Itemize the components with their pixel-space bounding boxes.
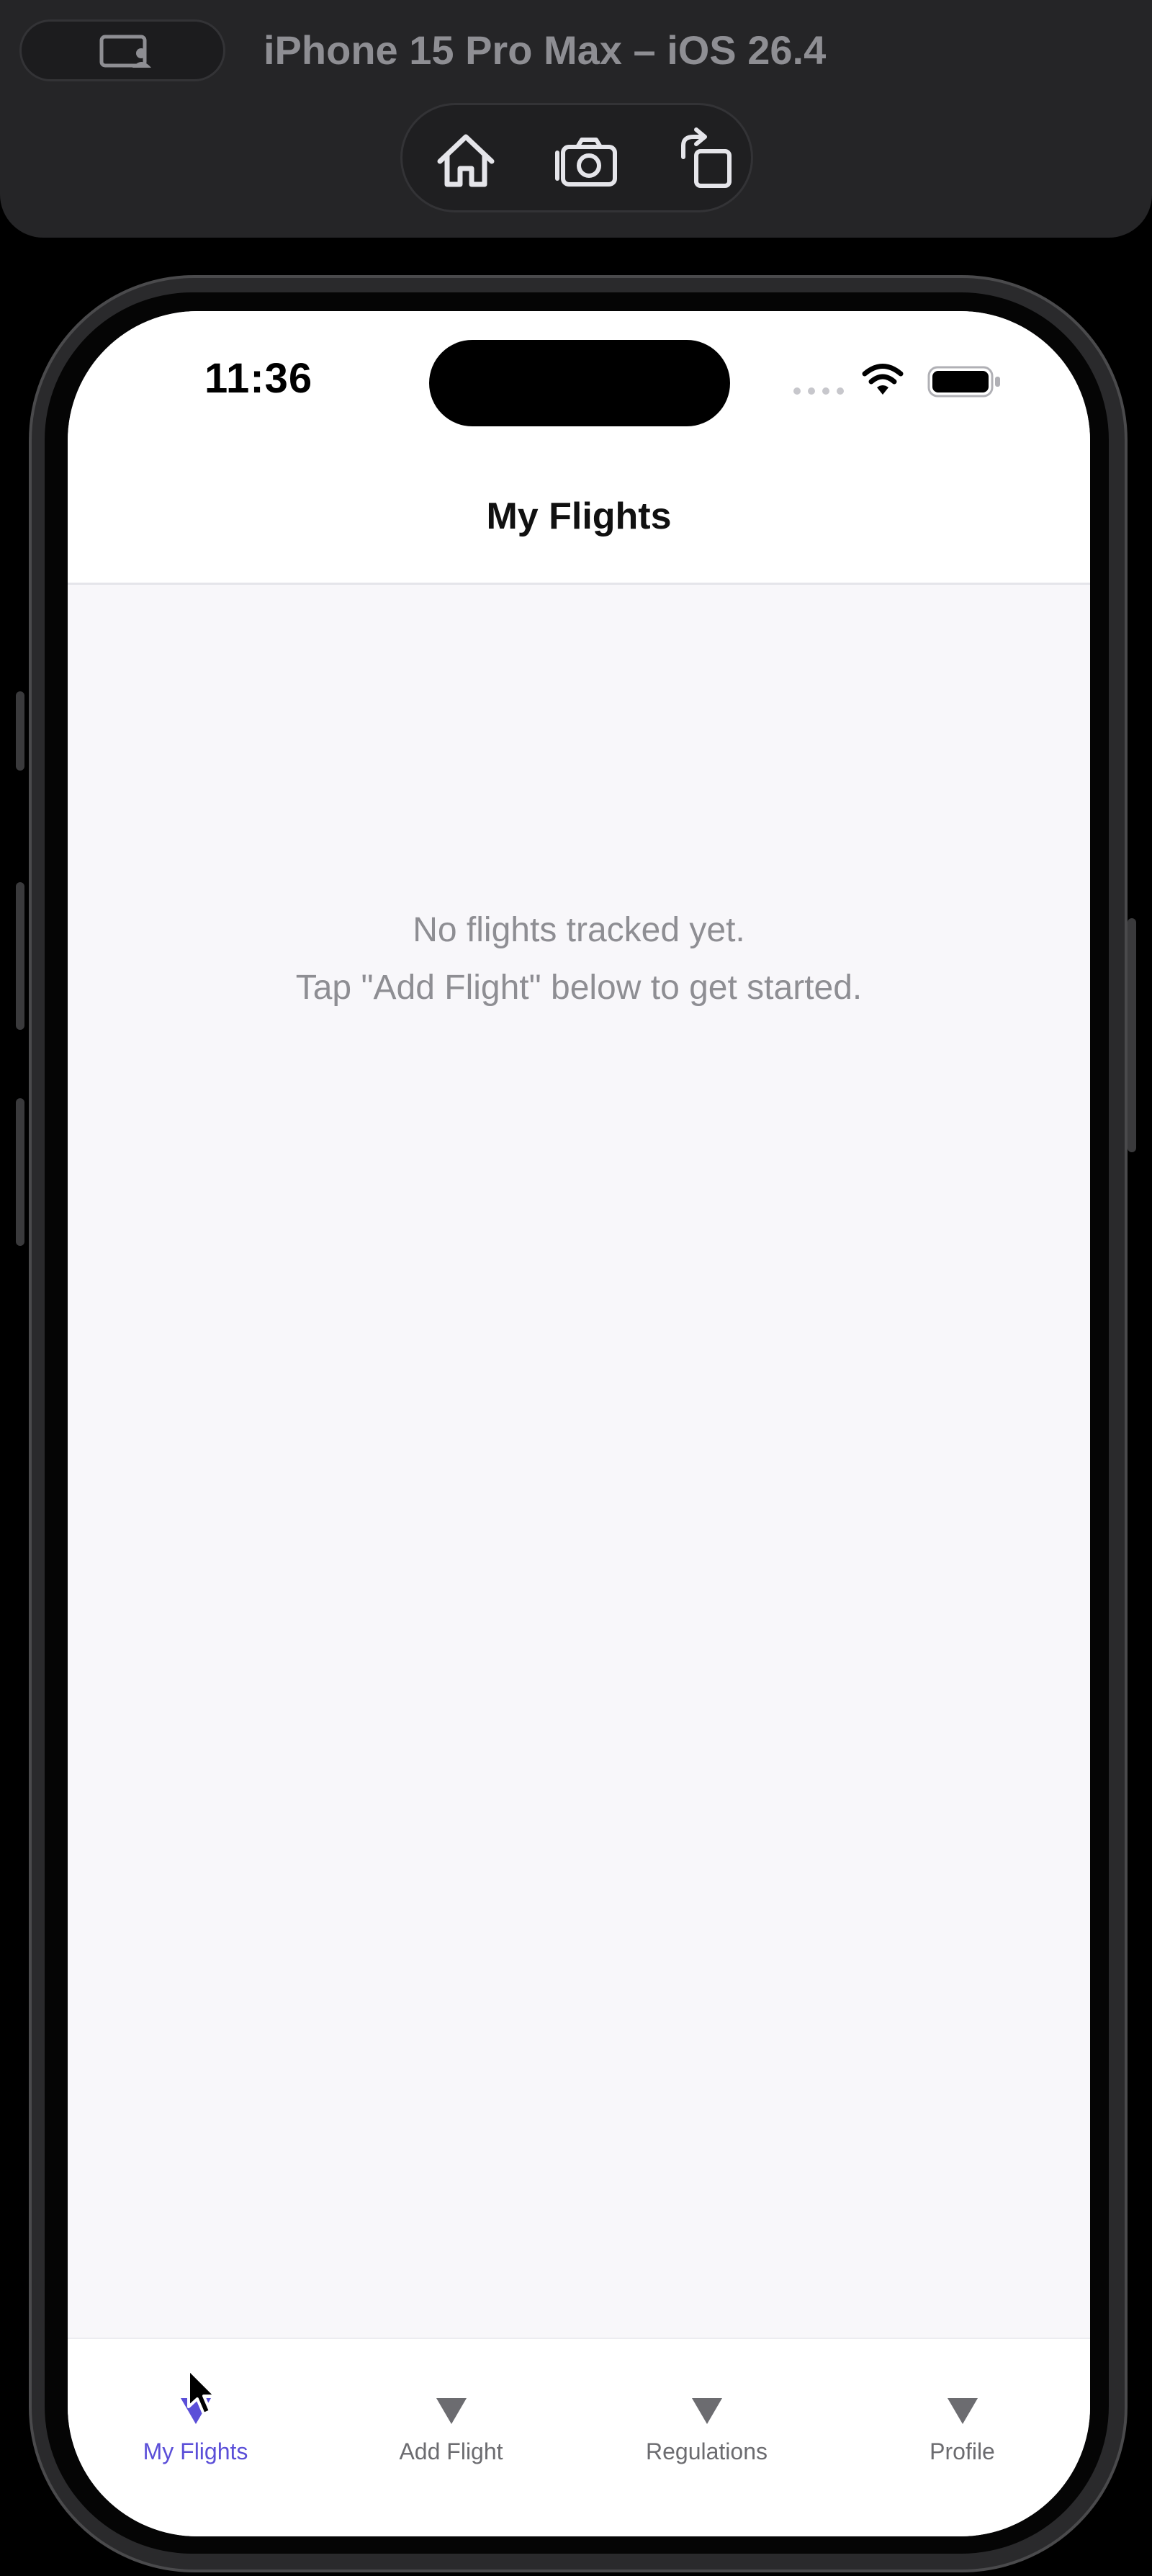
triangle-down-icon xyxy=(692,2398,722,2424)
tab-label: My Flights xyxy=(143,2438,248,2464)
tab-regulations[interactable]: Regulations xyxy=(579,2339,834,2483)
simulator-toolbar: iPhone 15 Pro Max – iOS 26.4 xyxy=(0,0,1152,238)
screenshot-icon xyxy=(555,138,617,187)
empty-state-line-2: Tap "Add Flight" below to get started. xyxy=(295,969,863,1007)
status-time: 11:36 xyxy=(204,355,313,402)
wifi-icon xyxy=(862,364,904,395)
simulator-title: iPhone 15 Pro Max – iOS 26.4 xyxy=(264,27,827,73)
status-bar: 11:36 xyxy=(68,311,1090,462)
home-button[interactable] xyxy=(430,124,502,196)
triangle-down-icon xyxy=(436,2398,467,2424)
volume-down-button xyxy=(16,1098,24,1246)
tab-profile[interactable]: Profile xyxy=(834,2339,1090,2483)
mouse-cursor-icon xyxy=(187,2368,217,2415)
navigation-bar: My Flights xyxy=(68,462,1090,585)
tab-label: Regulations xyxy=(646,2438,768,2464)
action-button xyxy=(16,691,24,771)
phone-screen: 11:36 My Flights No flights tracked yet.… xyxy=(68,311,1090,2536)
rotate-icon xyxy=(681,127,732,188)
volume-up-button xyxy=(16,882,24,1030)
empty-state-message: No flights tracked yet. Tap "Add Flight"… xyxy=(68,902,1090,1017)
device-screen-icon xyxy=(99,35,151,68)
simulator-controls xyxy=(400,103,753,212)
tab-bar: My Flights Add Flight Regulations Profil… xyxy=(68,2338,1090,2536)
tab-label: Profile xyxy=(930,2438,995,2464)
empty-state-line-1: No flights tracked yet. xyxy=(413,911,745,949)
tab-label: Add Flight xyxy=(399,2438,503,2464)
home-icon xyxy=(437,134,495,187)
triangle-down-icon xyxy=(948,2398,978,2424)
screenshot-button[interactable] xyxy=(550,124,622,196)
battery-icon xyxy=(927,366,1000,398)
signal-icon xyxy=(793,387,844,395)
tab-add-flight[interactable]: Add Flight xyxy=(323,2339,579,2483)
dynamic-island xyxy=(429,340,730,426)
device-switch-button[interactable] xyxy=(19,19,225,81)
rotate-button[interactable] xyxy=(670,124,742,196)
power-button xyxy=(1128,918,1136,1152)
page-title: My Flights xyxy=(486,495,672,537)
